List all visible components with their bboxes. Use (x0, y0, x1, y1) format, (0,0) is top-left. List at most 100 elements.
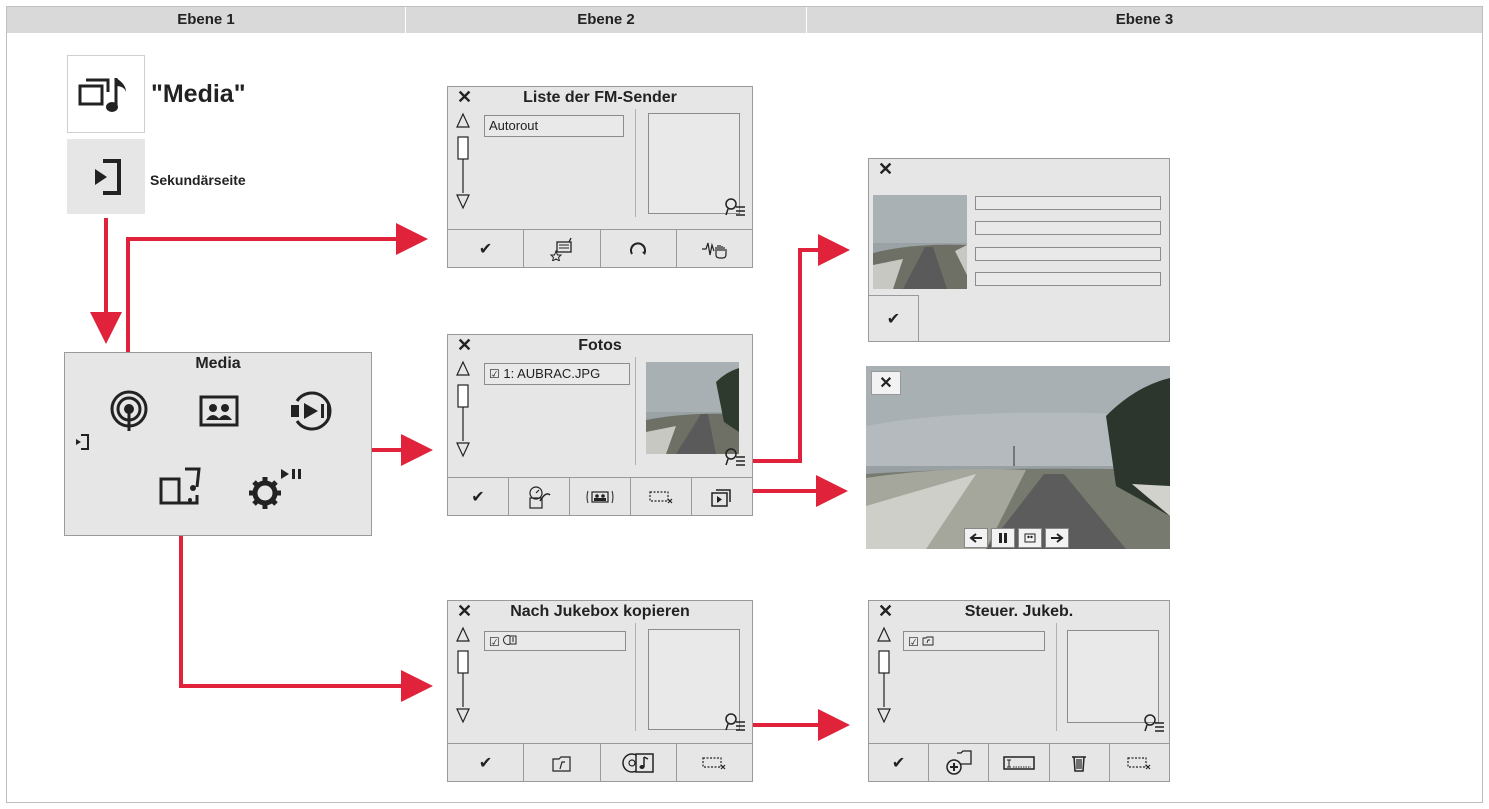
selection-icon (649, 490, 673, 503)
copy-panel-title: Nach Jukebox kopieren (510, 603, 690, 620)
zoom-list-icon[interactable] (724, 447, 746, 467)
refresh-icon (630, 241, 647, 255)
trash-icon (1072, 755, 1087, 772)
check-button[interactable]: ✔ (869, 744, 930, 781)
photo-icon[interactable] (199, 395, 239, 429)
detail-field-3 (975, 247, 1161, 261)
copy-to-jukebox-panel: ✕ Nach Jukebox kopieren ☑ ✔ (447, 600, 753, 782)
photo-view-icon (586, 490, 614, 503)
check-button[interactable]: ✔ (448, 744, 525, 781)
jukebox-toolbar: ✔ (869, 743, 1169, 781)
fm-panel-title: Liste der FM-Sender (523, 89, 677, 106)
radio-icon[interactable] (109, 389, 149, 433)
music-folder-button[interactable] (524, 744, 601, 781)
select-button[interactable] (677, 744, 752, 781)
add-folder-button[interactable] (929, 744, 990, 781)
settings-play-icon[interactable] (247, 465, 307, 511)
media-panel: Media (64, 352, 372, 536)
check-icon: ✔ (886, 310, 901, 328)
detail-field-1 (975, 196, 1161, 210)
photo-thumbnail (873, 195, 967, 289)
media-panel-title: Media (195, 355, 241, 372)
select-button[interactable] (631, 478, 692, 515)
zoom-list-icon[interactable] (724, 712, 746, 732)
cd-music-icon (622, 752, 654, 773)
playback-controls (964, 528, 1069, 548)
scrollbar[interactable] (456, 625, 470, 725)
checkbox-icon[interactable]: ☑ (489, 367, 500, 381)
check-icon: ✔ (478, 240, 493, 258)
pause-button[interactable] (991, 528, 1015, 548)
check-icon: ✔ (471, 488, 485, 506)
enter-page-icon (95, 159, 121, 195)
detail-field-2 (975, 221, 1161, 235)
copy-toolbar: ✔ (448, 743, 752, 781)
photos-toolbar: ✔ (448, 477, 752, 515)
refresh-button[interactable] (601, 230, 677, 267)
photo-details-panel: ✕ ✔ (868, 158, 1170, 342)
folder-list-item[interactable]: ☑ (903, 631, 1045, 651)
detail-field-4 (975, 272, 1161, 286)
pause-icon (999, 533, 1007, 543)
check-button[interactable]: ✔ (448, 230, 525, 267)
tune-hand-icon (702, 242, 727, 259)
selection-icon (1127, 756, 1151, 769)
next-button[interactable] (1045, 528, 1069, 548)
fullscreen-photo-view: ✕ (866, 366, 1170, 549)
photo-list-item[interactable]: ☑ 1: AUBRAC.JPG (484, 363, 630, 385)
photo-view-icon (1024, 533, 1036, 543)
photo-view-button[interactable] (570, 478, 631, 515)
slideshow-speed-icon (529, 485, 551, 509)
fullscreen-photo (866, 366, 1170, 549)
check-button[interactable]: ✔ (448, 478, 509, 515)
slideshow-button[interactable] (692, 478, 752, 515)
zoom-list-icon[interactable] (724, 197, 746, 217)
jukebox-control-title: Steuer. Jukeb. (964, 603, 1074, 620)
favorite-radio-button[interactable] (524, 230, 601, 267)
checkbox-icon[interactable]: ☑ (489, 635, 500, 649)
arrow-jukebox-to-copy (179, 532, 433, 702)
cd-copy-button[interactable] (601, 744, 677, 781)
media-label: "Media" (151, 80, 246, 108)
rename-button[interactable] (989, 744, 1050, 781)
arrow-left-icon (969, 533, 982, 543)
checkbox-icon[interactable]: ☑ (908, 635, 919, 649)
select-button[interactable] (1110, 744, 1169, 781)
divider (1056, 623, 1057, 731)
check-button[interactable]: ✔ (869, 295, 919, 341)
scrollbar[interactable] (456, 111, 470, 211)
play-pause-icon[interactable] (287, 389, 339, 433)
jukebox-control-panel: ✕ Steuer. Jukeb. ☑ ✔ (868, 600, 1170, 782)
music-folder-icon[interactable] (157, 465, 205, 511)
divider (635, 357, 636, 465)
rename-icon (1003, 755, 1035, 770)
secondary-page-icon-box (67, 139, 145, 214)
scrollbar[interactable] (877, 625, 891, 725)
previous-button[interactable] (964, 528, 988, 548)
zoom-list-icon[interactable] (1143, 713, 1165, 733)
manual-tune-button[interactable] (677, 230, 752, 267)
fm-toolbar: ✔ (448, 229, 752, 267)
close-icon[interactable]: ✕ (878, 159, 893, 180)
fm-station-list-panel: ✕ Liste der FM-Sender Autorout ✔ (447, 86, 753, 268)
station-list-item[interactable]: Autorout (484, 115, 624, 137)
preview-area (1067, 630, 1159, 723)
arrow-info-to-details (748, 234, 850, 463)
cd-music-icon (503, 635, 517, 645)
divider (635, 109, 636, 217)
close-button[interactable]: ✕ (871, 371, 901, 395)
media-icon-box (67, 55, 145, 133)
track-list-item[interactable]: ☑ (484, 631, 626, 651)
photo-filename: 1: AUBRAC.JPG (503, 366, 601, 381)
back-icon[interactable] (73, 433, 91, 451)
radio-favorite-icon (549, 237, 572, 261)
photo-view-button[interactable] (1018, 528, 1042, 548)
check-icon: ✔ (478, 754, 493, 772)
photos-panel-title: Fotos (578, 337, 622, 354)
music-folder-icon (552, 755, 571, 772)
photo-thumbnail (646, 362, 739, 454)
scrollbar[interactable] (456, 359, 470, 459)
slideshow-settings-button[interactable] (509, 478, 570, 515)
delete-button[interactable] (1050, 744, 1110, 781)
secondary-page-label: Sekundärseite (150, 172, 246, 188)
